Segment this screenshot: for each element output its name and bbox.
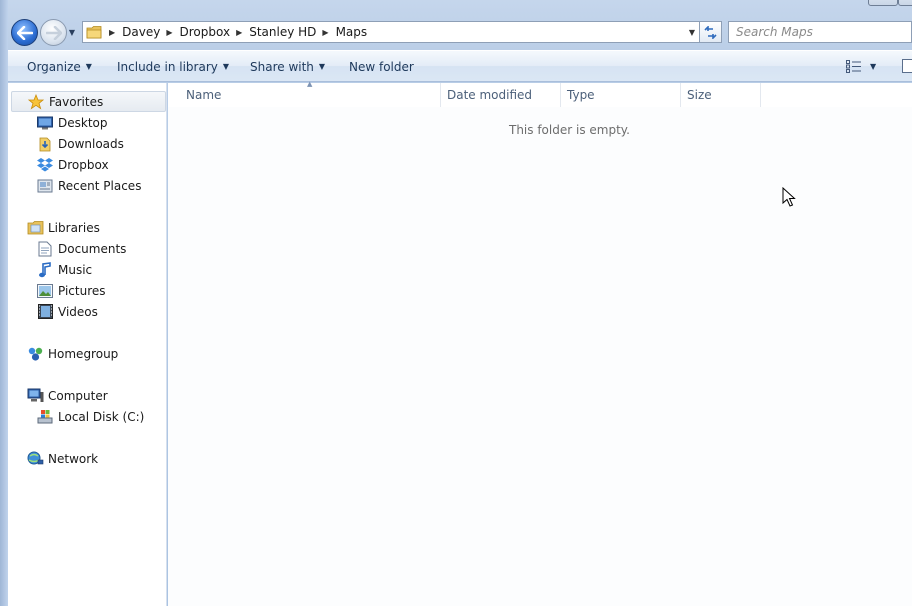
forward-button[interactable]: [40, 19, 67, 46]
desktop-icon: [36, 114, 54, 132]
sidebar-item-downloads[interactable]: Downloads: [36, 133, 124, 154]
sidebar-item-computer[interactable]: Computer: [26, 385, 108, 406]
folder-icon: [85, 22, 103, 42]
refresh-button[interactable]: [699, 21, 722, 43]
window-left-border: [0, 0, 8, 606]
back-button[interactable]: [11, 19, 38, 46]
navigation-bar: ▼ ▶ Davey ▶ Dropbox ▶ Stanley HD ▶ Maps …: [8, 16, 912, 48]
maximize-button[interactable]: [898, 0, 912, 6]
column-header-date-modified[interactable]: Date modified: [441, 83, 561, 107]
back-arrow-icon: [16, 25, 33, 40]
breadcrumb-item[interactable]: ▶ Davey: [103, 22, 160, 42]
include-in-library-button[interactable]: Include in library ▼: [117, 51, 229, 82]
sidebar-item-videos[interactable]: Videos: [36, 301, 98, 322]
change-view-button[interactable]: ▼: [846, 58, 880, 75]
sidebar-item-music[interactable]: Music: [36, 259, 92, 280]
local-disk-icon: [36, 408, 54, 426]
sidebar-item-dropbox[interactable]: Dropbox: [36, 154, 109, 175]
search-input[interactable]: Search Maps: [728, 21, 912, 43]
minimize-button[interactable]: [868, 0, 898, 6]
downloads-folder-icon: [36, 135, 54, 153]
navigation-pane: Favorites Desktop Downloads Dropbox Rece…: [8, 83, 167, 606]
mouse-cursor-icon: [782, 187, 796, 207]
homegroup-icon: [26, 345, 44, 363]
breadcrumb-item[interactable]: ▶ Dropbox: [160, 22, 230, 42]
star-icon: [27, 93, 45, 111]
address-history-dropdown[interactable]: ▼: [685, 23, 699, 41]
documents-icon: [36, 240, 54, 258]
libraries-icon: [26, 219, 44, 237]
chevron-down-icon: ▼: [318, 62, 326, 71]
chevron-right-icon[interactable]: ▶: [316, 28, 335, 37]
chevron-right-icon[interactable]: ▶: [103, 28, 122, 37]
recent-pages-dropdown[interactable]: ▼: [67, 27, 77, 37]
share-with-button[interactable]: Share with ▼: [250, 51, 325, 82]
chevron-down-icon: ▼: [85, 62, 92, 71]
breadcrumb-item[interactable]: ▶ Stanley HD: [230, 22, 316, 42]
column-header-row: Name ▲ Date modified Type Size: [168, 80, 912, 107]
column-header-type[interactable]: Type: [561, 83, 681, 107]
chevron-right-icon[interactable]: ▶: [230, 28, 249, 37]
sidebar-item-recent-places[interactable]: Recent Places: [36, 175, 141, 196]
sidebar-item-homegroup[interactable]: Homegroup: [26, 343, 118, 364]
empty-folder-message: This folder is empty.: [509, 123, 630, 137]
chevron-down-icon: ▼: [68, 27, 76, 37]
new-folder-button[interactable]: New folder: [349, 51, 414, 82]
preview-pane-button[interactable]: [902, 59, 912, 73]
chevron-down-icon: ▼: [222, 62, 230, 71]
music-icon: [36, 261, 54, 279]
pictures-icon: [36, 282, 54, 300]
sidebar-item-local-disk[interactable]: Local Disk (C:): [36, 406, 144, 427]
sidebar-item-desktop[interactable]: Desktop: [36, 112, 108, 133]
computer-icon: [26, 387, 44, 405]
sidebar-item-documents[interactable]: Documents: [36, 238, 126, 259]
breadcrumb-item[interactable]: ▶ Maps: [316, 22, 367, 42]
refresh-icon: [704, 25, 717, 39]
file-list-view[interactable]: Name ▲ Date modified Type Size This fold…: [168, 80, 912, 606]
chevron-down-icon: ▼: [688, 27, 696, 37]
column-header-size[interactable]: Size: [681, 83, 761, 107]
details-view-icon: [846, 60, 861, 73]
dropbox-icon: [36, 156, 54, 174]
recent-places-icon: [36, 177, 54, 195]
network-icon: [26, 450, 44, 468]
chevron-down-icon[interactable]: ▼: [870, 62, 876, 71]
forward-arrow-icon: [45, 25, 62, 40]
sidebar-item-network[interactable]: Network: [26, 448, 98, 469]
organize-button[interactable]: Organize ▼: [27, 51, 92, 82]
chevron-right-icon[interactable]: ▶: [160, 28, 179, 37]
command-bar: Organize ▼ Include in library ▼ Share wi…: [8, 50, 912, 82]
sidebar-item-favorites[interactable]: Favorites: [11, 91, 166, 112]
sort-ascending-icon: ▲: [307, 80, 313, 88]
sidebar-item-libraries[interactable]: Libraries: [26, 217, 100, 238]
videos-icon: [36, 303, 54, 321]
address-bar[interactable]: ▶ Davey ▶ Dropbox ▶ Stanley HD ▶ Maps ▼: [82, 21, 702, 43]
sidebar-item-pictures[interactable]: Pictures: [36, 280, 106, 301]
